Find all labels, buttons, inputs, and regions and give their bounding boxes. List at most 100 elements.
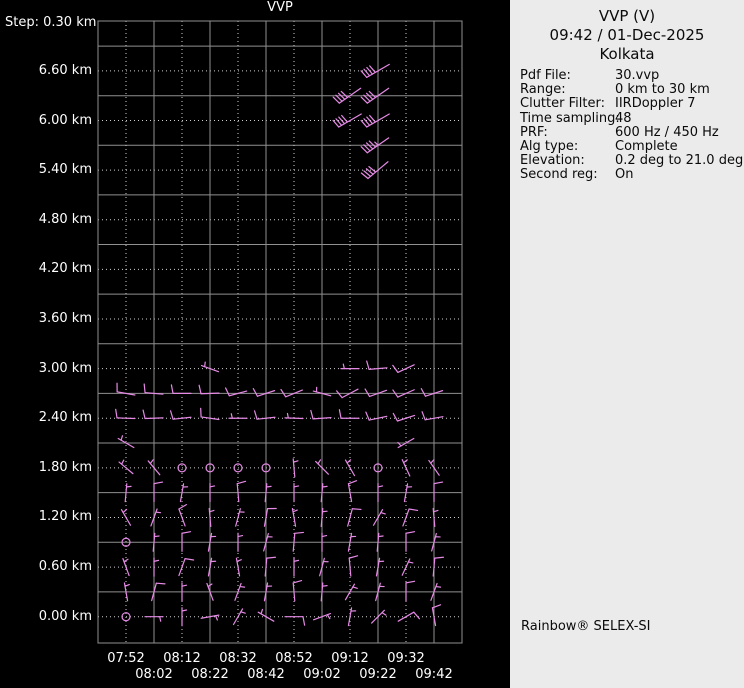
x-tick-label: 08:52: [275, 651, 313, 666]
wind-barb-feather: [405, 531, 416, 534]
wind-barb-half-feather: [124, 583, 130, 587]
field-value: 0 km to 30 km: [615, 82, 710, 98]
wind-barb-shaft: [402, 508, 410, 527]
wind-barb-half-feather: [317, 459, 322, 465]
wind-barb-half-feather: [377, 535, 384, 538]
wind-barb-chart: [97, 20, 463, 644]
wind-barb-shaft: [144, 417, 164, 420]
wind-barb-half-feather: [321, 510, 328, 513]
field-label: Clutter Filter:: [520, 96, 605, 112]
wind-barb-shaft: [200, 392, 220, 395]
wind-barb-shaft: [116, 417, 136, 420]
station-name: Kolkata: [599, 45, 655, 63]
wind-barb-feather: [405, 580, 416, 584]
field-value: 48: [615, 110, 632, 126]
field-label: Elevation:: [520, 153, 585, 169]
field-label: Pdf File:: [520, 68, 571, 83]
field-value: 600 Hz / 450 Hz: [615, 124, 719, 140]
x-tick-label: 09:12: [331, 651, 369, 666]
wind-barb-half-feather: [402, 459, 408, 464]
wind-barb-half-feather: [407, 561, 414, 564]
y-tick-label: 0.00 km: [38, 608, 92, 624]
wind-barb-half-feather: [240, 611, 246, 614]
wind-barb-half-feather: [153, 559, 160, 562]
wind-barb-feather: [348, 555, 359, 559]
wind-barb-half-feather: [265, 485, 272, 488]
wind-barb-feather: [420, 388, 427, 397]
y-tick-label: 3.60 km: [38, 310, 92, 326]
field-label: Second reg:: [520, 167, 598, 183]
y-tick-label: 2.40 km: [38, 410, 92, 426]
wind-barb-shaft: [396, 414, 416, 422]
wind-barb-half-feather: [209, 485, 216, 488]
x-tick-label: 09:32: [387, 651, 425, 666]
y-tick-label: 3.00 km: [38, 360, 92, 376]
wind-barb-half-feather: [239, 585, 246, 588]
wind-barb-feather: [294, 531, 304, 534]
x-tick-label: 07:52: [107, 651, 145, 666]
wind-barb-half-feather: [435, 585, 442, 588]
field-clutter-filter: Clutter Filter: IIRDoppler 7: [520, 97, 740, 111]
wind-barb-half-feather: [321, 585, 328, 587]
field-time-sampling: Time sampling: 48: [520, 110, 740, 126]
wind-barb-feather: [155, 582, 166, 585]
wind-barb-half-feather: [286, 412, 289, 419]
wind-barb-half-feather: [122, 508, 128, 514]
wind-barb-half-feather: [352, 586, 358, 589]
wind-barb-half-feather: [380, 511, 386, 515]
y-tick-label: 4.80 km: [38, 211, 92, 227]
x-tick-label: 08:02: [135, 667, 173, 682]
parameter-list: Pdf File: 30.vvp Range: 0 km to 30 km Cl…: [520, 68, 744, 183]
wind-barb-feather: [310, 409, 314, 420]
wind-barb-feather: [224, 387, 230, 397]
wind-barb-shaft: [144, 392, 164, 395]
field-label: Range:: [520, 82, 566, 98]
wind-barb-feather: [153, 481, 164, 485]
wind-barb-feather: [392, 364, 399, 374]
field-label: Alg type:: [520, 139, 579, 155]
wind-barb-feather: [392, 412, 399, 422]
field-value: 30.vvp: [615, 68, 660, 83]
wind-barb-feather: [338, 409, 342, 419]
wind-barb-half-feather: [293, 485, 300, 488]
field-elevation: Elevation: 0.2 deg to 21.0 deg: [520, 153, 744, 169]
wind-barb-shaft: [348, 557, 352, 577]
x-tick-label: 09:22: [359, 667, 397, 682]
wind-barb-feather: [143, 383, 146, 394]
wind-barb-half-feather: [215, 615, 218, 621]
vendor-branding: Rainbow® SELEX-SI: [521, 619, 651, 634]
y-tick-label: 6.00 km: [38, 112, 92, 128]
wind-barb-shaft: [236, 483, 240, 503]
x-tick-label: 09:42: [415, 667, 453, 682]
plot-border: [97, 20, 463, 644]
wind-barb-feather: [115, 408, 118, 419]
wind-barb-half-feather: [237, 534, 244, 538]
vvp-plot-area: Step: 0.30 km VVP 6.60 km 6.00 km 5.40 km 4…: [0, 0, 510, 688]
wind-barb-feather: [413, 611, 421, 620]
wind-barb-feather: [142, 409, 146, 420]
field-label: PRF:: [520, 124, 548, 140]
y-tick-label: 1.80 km: [38, 459, 92, 475]
wind-barb-half-feather: [292, 509, 298, 513]
wind-barb-half-feather: [181, 609, 188, 612]
info-panel: VVP (V) 09:42 / 01-Dec-2025 Kolkata Pdf …: [510, 0, 744, 688]
product-title: VVP (V): [598, 7, 656, 25]
wind-barb-half-feather: [120, 435, 124, 441]
wind-barb-half-feather: [342, 363, 345, 370]
wind-barb-feather: [198, 384, 202, 395]
field-pdf-file: Pdf File: 30.vvp: [520, 68, 740, 83]
scan-datetime: 09:42 / 01-Dec-2025: [549, 26, 705, 44]
wind-barb-half-feather: [292, 460, 299, 463]
wind-barb-shaft: [368, 367, 388, 370]
field-value: 0.2 deg to 21.0 deg: [615, 153, 744, 169]
wind-barb-half-feather: [149, 459, 154, 465]
x-tick-label: 09:02: [303, 667, 341, 682]
wind-barb-feather: [433, 481, 444, 485]
wind-barb-feather: [434, 556, 444, 559]
y-tick-label: 4.20 km: [38, 261, 92, 277]
panel-header: VVP (V) 09:42 / 01-Dec-2025 Kolkata: [510, 7, 744, 64]
y-tick-label: 6.60 km: [38, 62, 92, 78]
wind-barb-half-feather: [236, 559, 242, 563]
x-tick-label: 08:32: [219, 651, 257, 666]
wind-barb-half-feather: [326, 614, 331, 620]
